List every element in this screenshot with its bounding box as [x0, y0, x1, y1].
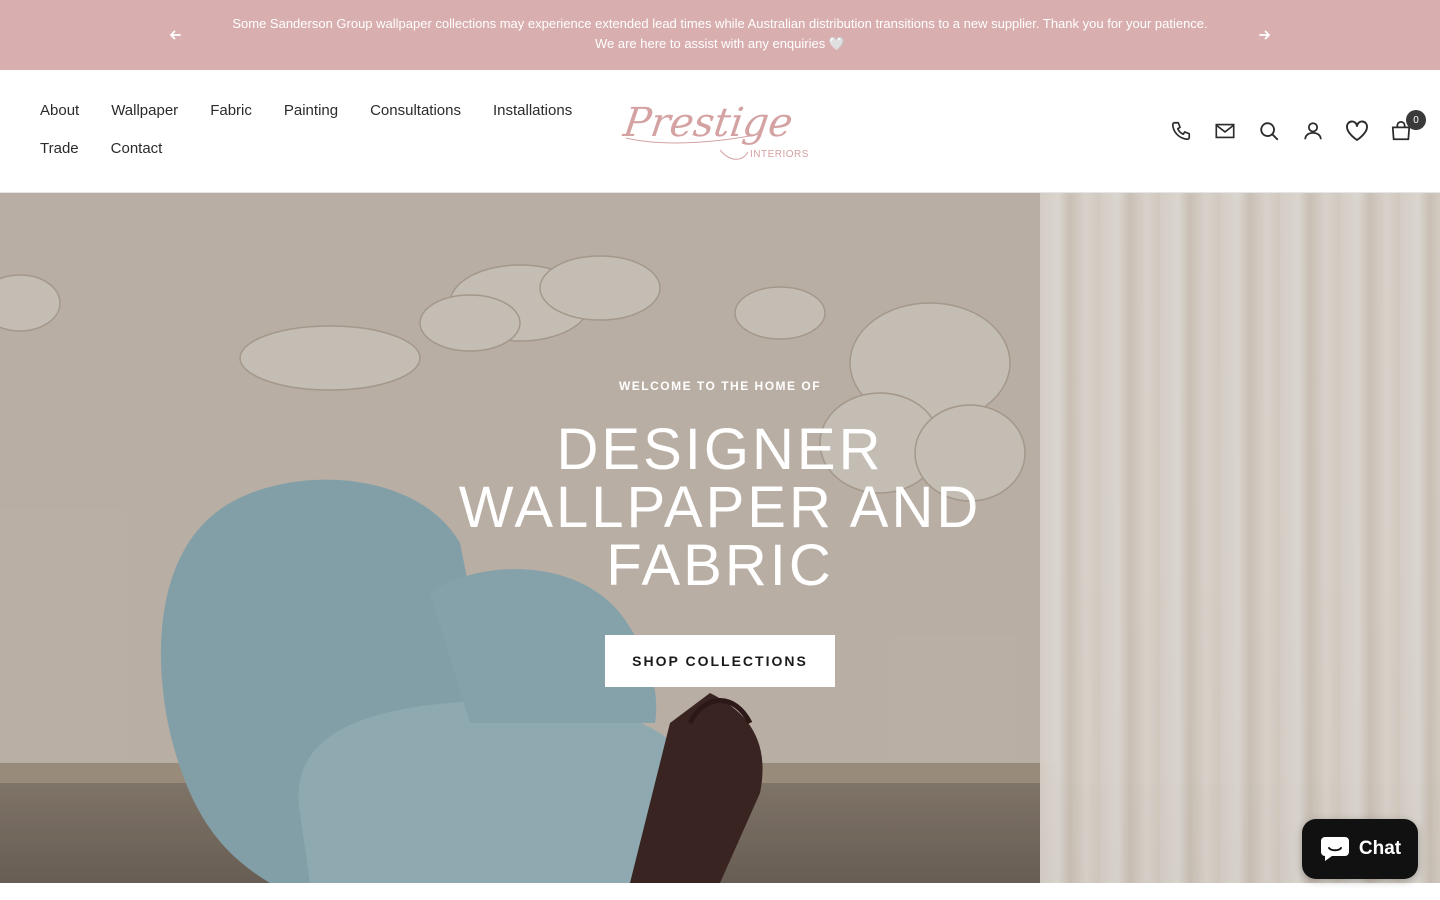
nav-item-wallpaper[interactable]: Wallpaper: [111, 100, 178, 121]
nav-item-fabric[interactable]: Fabric: [210, 100, 252, 121]
wishlist-button[interactable]: [1344, 118, 1370, 144]
announcement-prev-button[interactable]: [162, 22, 188, 48]
nav-item-painting[interactable]: Painting: [284, 100, 338, 121]
announcement-next-button[interactable]: [1252, 22, 1278, 48]
shop-collections-button[interactable]: SHOP COLLECTIONS: [605, 635, 835, 687]
hero-banner: WELCOME TO THE HOME OF DESIGNER WALLPAPE…: [0, 193, 1440, 883]
nav-item-consultations[interactable]: Consultations: [370, 100, 461, 121]
announcement-line-1: Some Sanderson Group wallpaper collectio…: [232, 16, 1208, 31]
cart-count-badge: 0: [1406, 110, 1426, 130]
hero-headline-line-3: FABRIC: [606, 533, 834, 598]
cart-button[interactable]: 0: [1388, 110, 1426, 144]
hero-headline-line-2: WALLPAPER AND: [458, 475, 982, 540]
site-header: About Wallpaper Fabric Painting Consulta…: [0, 70, 1440, 193]
chat-label: Chat: [1358, 838, 1402, 859]
phone-icon: [1171, 121, 1191, 141]
header-icons: 0: [1168, 110, 1426, 144]
main-nav: About Wallpaper Fabric Painting Consulta…: [40, 100, 600, 159]
chat-bubble-icon: [1320, 837, 1349, 861]
account-icon: [1304, 122, 1322, 140]
logo-sub-text: INTERIORS: [750, 149, 809, 160]
nav-item-about[interactable]: About: [40, 100, 79, 121]
search-icon: [1260, 122, 1279, 141]
logo-script-text: Prestige: [620, 100, 796, 146]
mail-button[interactable]: [1212, 118, 1238, 144]
chat-button[interactable]: Chat: [1302, 819, 1418, 879]
hero-headline: DESIGNER WALLPAPER AND FABRIC: [420, 421, 1020, 595]
arrow-left-icon: [170, 30, 181, 40]
mail-icon: [1215, 123, 1235, 139]
nav-item-trade[interactable]: Trade: [40, 138, 79, 159]
hero-eyebrow: WELCOME TO THE HOME OF: [618, 379, 822, 393]
announcement-bar: Some Sanderson Group wallpaper collectio…: [0, 0, 1440, 70]
announcement-message: Some Sanderson Group wallpaper collectio…: [210, 14, 1230, 54]
nav-item-installations[interactable]: Installations: [493, 100, 572, 121]
phone-button[interactable]: [1168, 118, 1194, 144]
announcement-line-2: We are here to assist with any enquiries…: [594, 36, 846, 51]
hero-content: WELCOME TO THE HOME OF DESIGNER WALLPAPE…: [420, 379, 1020, 687]
search-button[interactable]: [1256, 118, 1282, 144]
hero-headline-line-1: DESIGNER: [556, 417, 884, 482]
site-logo[interactable]: Prestige INTERIORS: [620, 94, 820, 166]
heart-icon: [1346, 120, 1368, 141]
nav-item-contact[interactable]: Contact: [111, 138, 163, 159]
arrow-right-icon: [1259, 30, 1270, 40]
account-button[interactable]: [1300, 118, 1326, 144]
